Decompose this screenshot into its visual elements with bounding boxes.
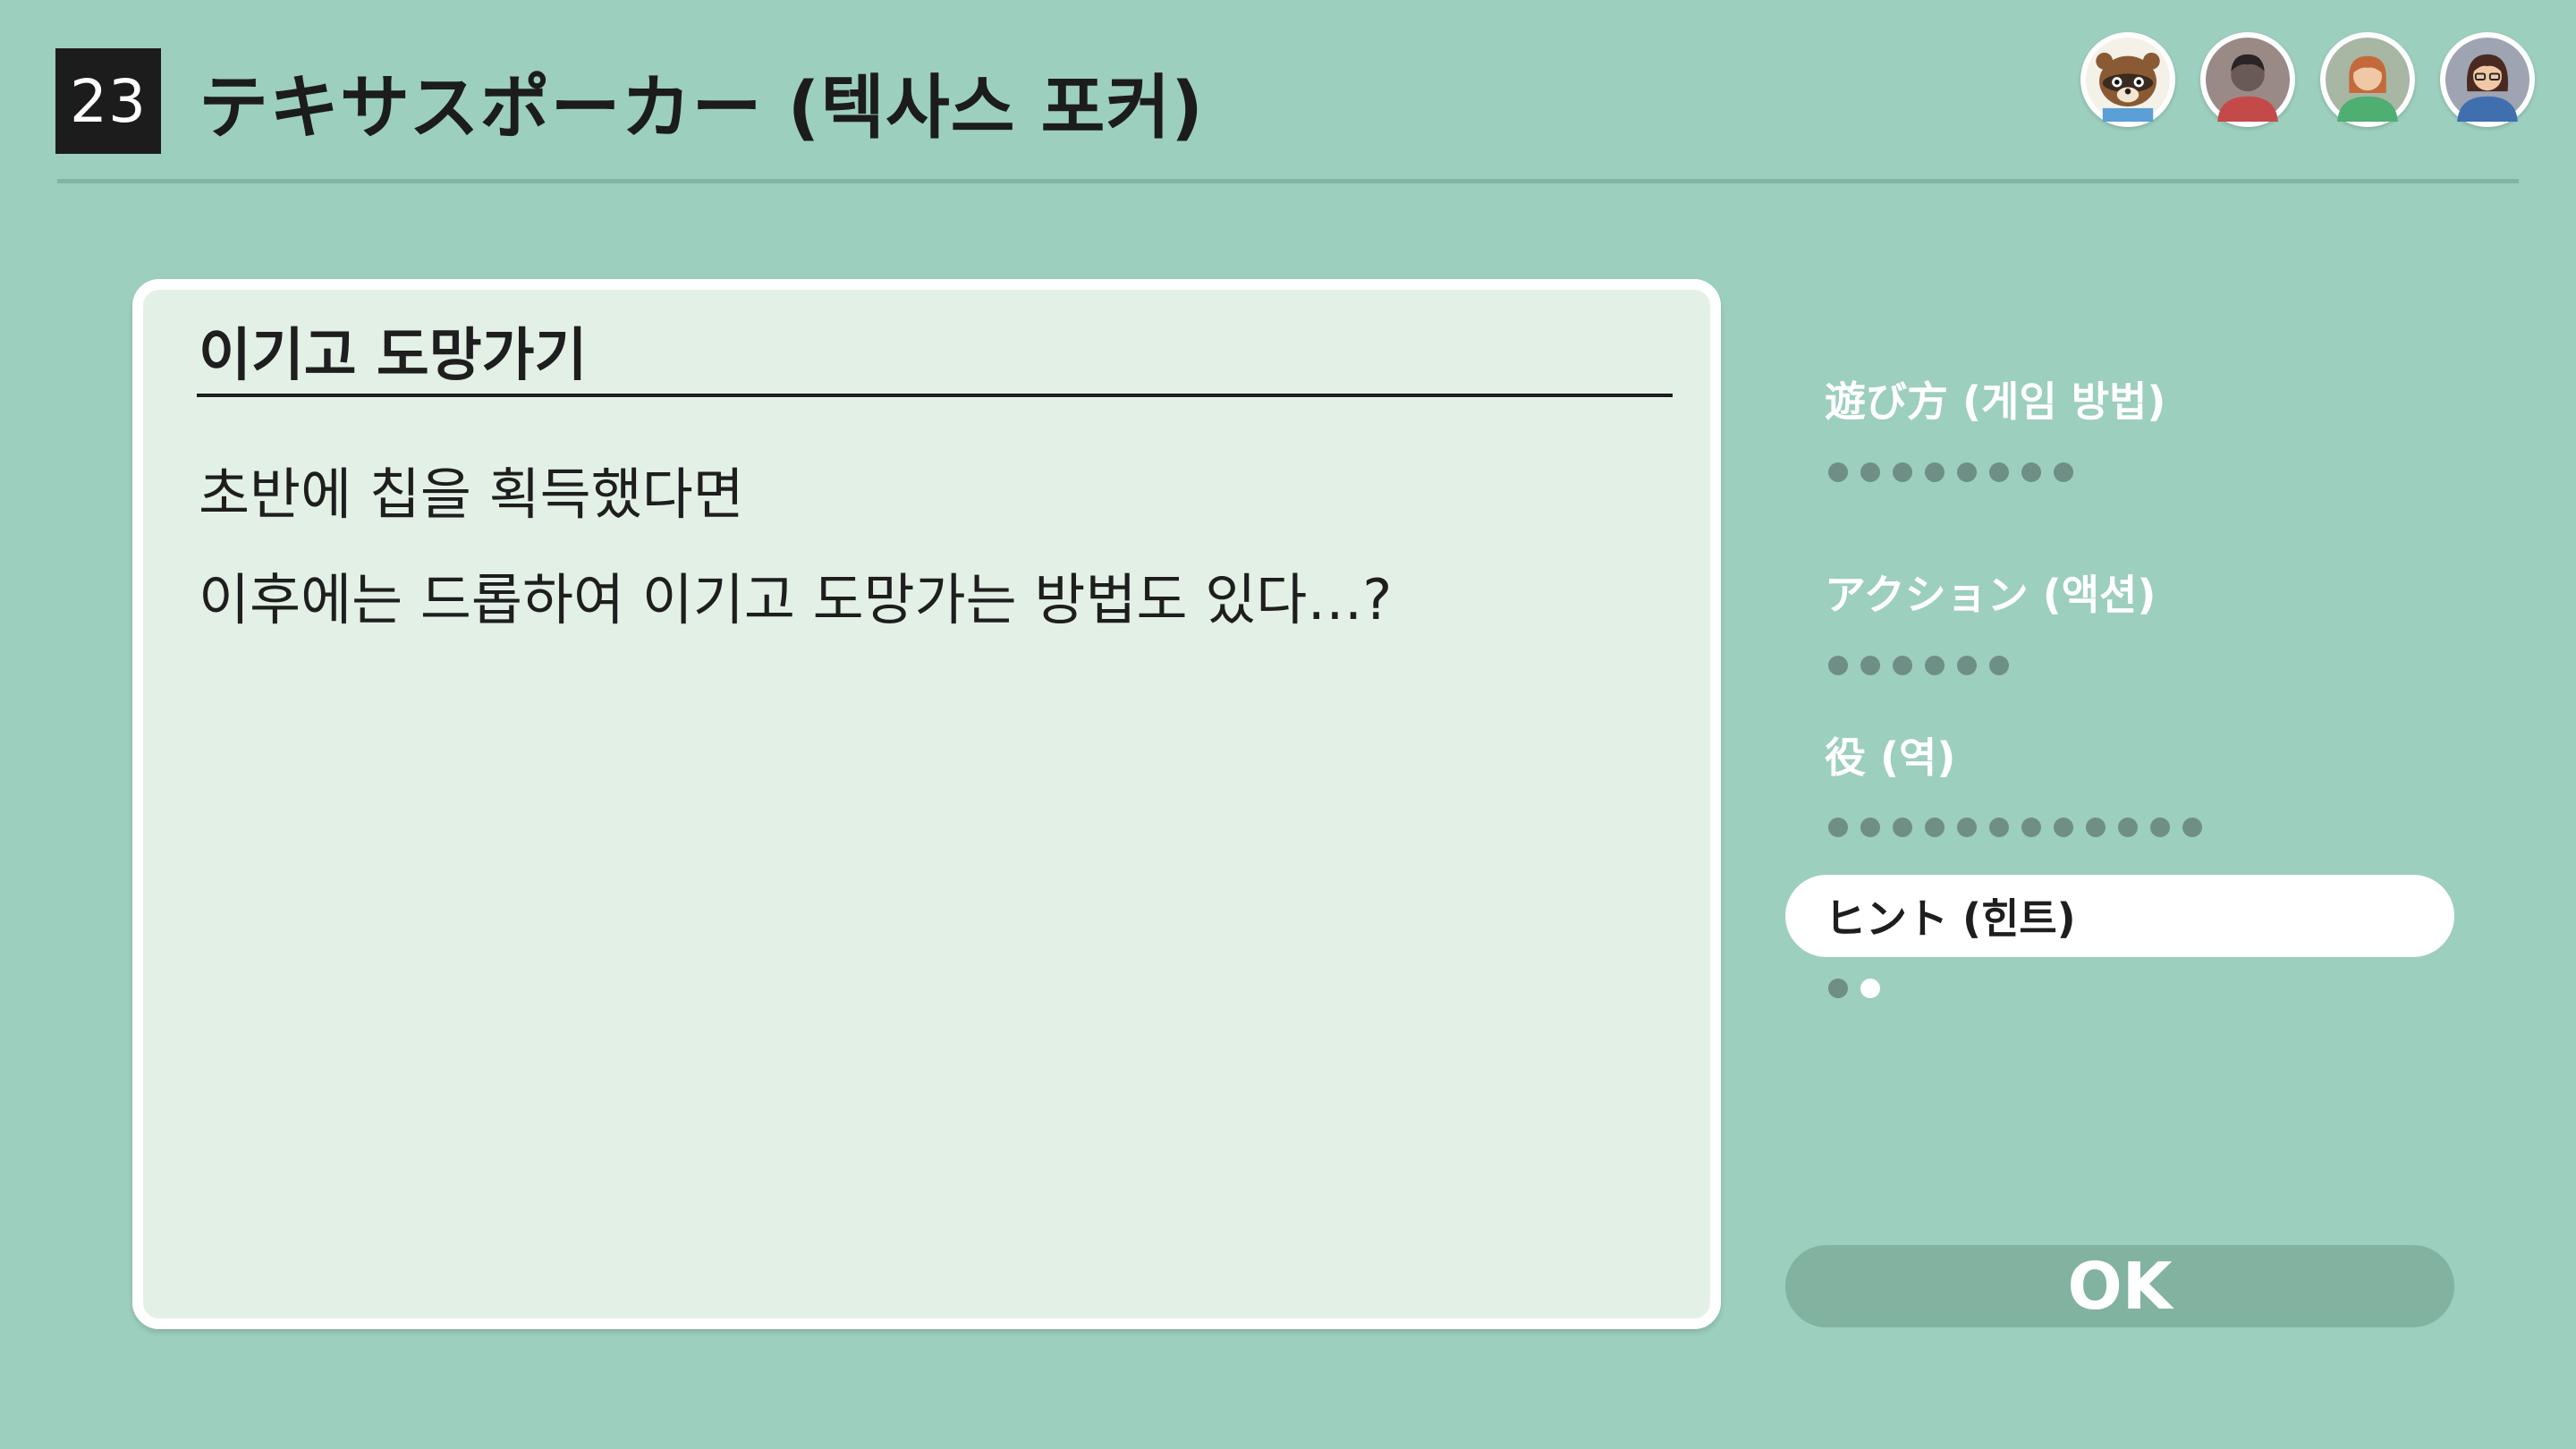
page-dot bbox=[1828, 818, 1848, 837]
menu-item-actions[interactable]: アクション (액션) bbox=[1785, 551, 2454, 633]
player-avatars bbox=[2080, 32, 2535, 127]
panel-text-line: 이후에는 드롭하여 이기고 도망가는 방법도 있다…? bbox=[199, 567, 1393, 632]
page-dot bbox=[2182, 818, 2202, 837]
page-dot bbox=[2021, 462, 2041, 482]
menu-item-how-to-play[interactable]: 遊び方 (게임 방법) bbox=[1785, 358, 2454, 440]
page-dot bbox=[1893, 462, 1912, 482]
page-dot bbox=[1925, 462, 1945, 482]
page-dot bbox=[2021, 818, 2041, 837]
page-indicator bbox=[1828, 979, 1880, 998]
page-dot bbox=[1989, 818, 2009, 837]
player-avatar-icon bbox=[2445, 38, 2529, 122]
page-dot bbox=[2054, 818, 2073, 837]
page-dot bbox=[1860, 818, 1880, 837]
player-avatar-1 bbox=[2080, 32, 2175, 127]
page-dot bbox=[1925, 818, 1945, 837]
page-dot bbox=[1893, 818, 1912, 837]
page-dot bbox=[1989, 462, 2009, 482]
player-avatar-icon bbox=[2326, 38, 2410, 122]
page-indicator bbox=[1828, 656, 2009, 675]
page-dot bbox=[1989, 656, 2009, 675]
player-avatar-2 bbox=[2200, 32, 2295, 127]
page-dot bbox=[2118, 818, 2138, 837]
game-number-badge: 23 bbox=[55, 48, 161, 154]
header: 23 テキサスポーカー (텍사스 포커) bbox=[0, 0, 2576, 188]
page-dot bbox=[1828, 979, 1848, 998]
menu-item-hints[interactable]: ヒント (힌트) bbox=[1785, 875, 2454, 957]
page-dot bbox=[2086, 818, 2106, 837]
game-title: テキサスポーカー (텍사스 포커) bbox=[199, 68, 1204, 148]
page-dot bbox=[1957, 462, 1977, 482]
player-avatar-3 bbox=[2320, 32, 2415, 127]
page-dot bbox=[1893, 656, 1912, 675]
raccoon-avatar-icon bbox=[2086, 38, 2170, 122]
hint-content-panel: 이기고 도망가기 초반에 칩을 획득했다면 이후에는 드롭하여 이기고 도망가는… bbox=[132, 279, 1721, 1329]
page-dot bbox=[1957, 818, 1977, 837]
page-dot bbox=[1957, 656, 1977, 675]
page-dot bbox=[1828, 462, 1848, 482]
page-dot-active bbox=[1860, 979, 1880, 998]
page-dot bbox=[1828, 656, 1848, 675]
panel-text-line: 초반에 칩을 획득했다면 bbox=[199, 462, 744, 527]
page-dot bbox=[1860, 462, 1880, 482]
menu-item-hands[interactable]: 役 (역) bbox=[1785, 714, 2454, 796]
header-divider bbox=[57, 179, 2519, 183]
page-dot bbox=[1925, 656, 1945, 675]
ok-button[interactable]: OK bbox=[1785, 1245, 2454, 1327]
page-indicator bbox=[1828, 818, 2202, 837]
panel-title: 이기고 도망가기 bbox=[199, 323, 588, 389]
page-dot bbox=[2054, 462, 2073, 482]
page-indicator bbox=[1828, 462, 2073, 482]
page-dot bbox=[2150, 818, 2170, 837]
panel-title-underline bbox=[197, 394, 1673, 397]
player-avatar-icon bbox=[2206, 38, 2290, 122]
page-dot bbox=[1860, 656, 1880, 675]
player-avatar-4 bbox=[2440, 32, 2535, 127]
